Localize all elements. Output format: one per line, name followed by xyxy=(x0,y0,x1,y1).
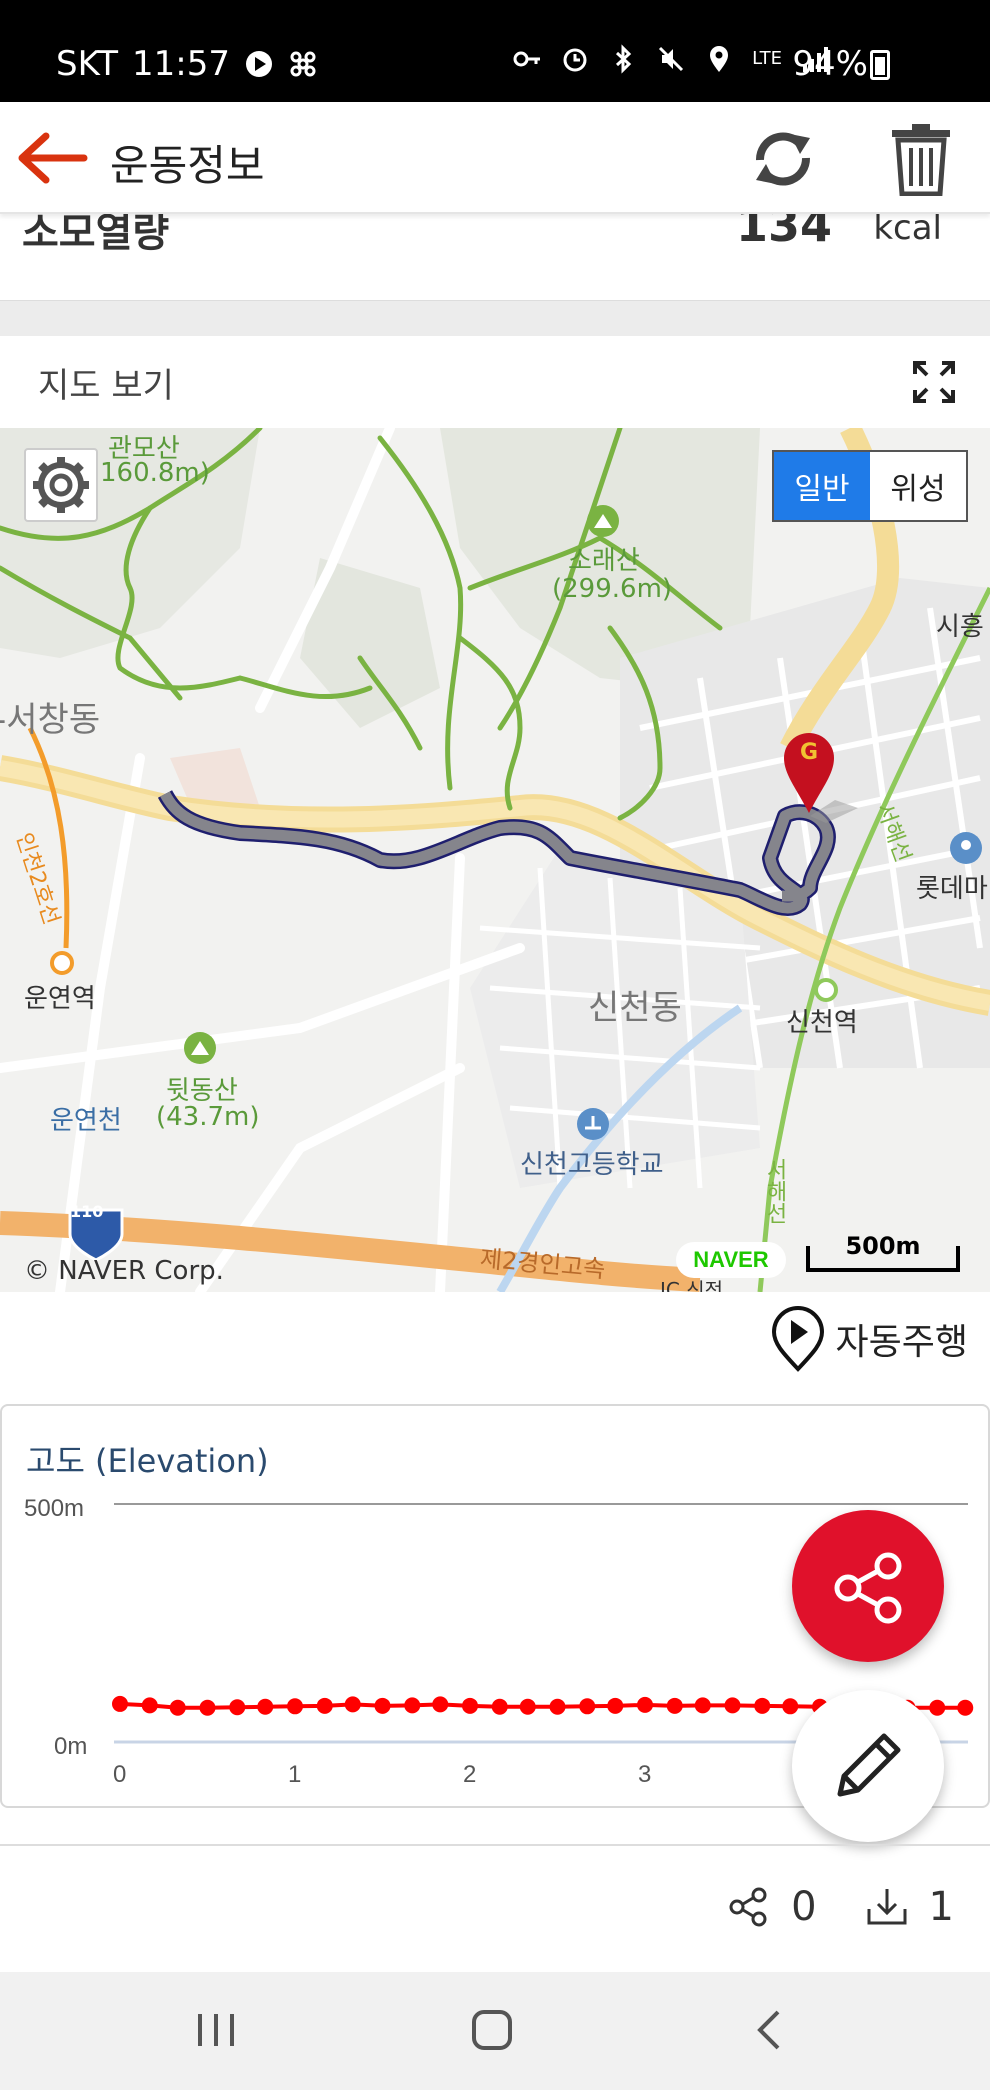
elevation-point xyxy=(112,1695,128,1712)
map-type-satellite-button[interactable]: 위성 xyxy=(870,452,966,520)
elevation-point xyxy=(374,1697,391,1714)
map-section-header: 지도 보기 xyxy=(0,336,990,428)
goal-marker-label: G xyxy=(800,740,819,765)
elevation-point xyxy=(491,1698,508,1715)
battery-icon xyxy=(870,50,890,80)
elevation-point xyxy=(169,1699,186,1716)
trash-icon[interactable] xyxy=(888,122,954,196)
download-count-icon[interactable] xyxy=(865,1885,909,1929)
map-label-sincheondong: 신천동 xyxy=(588,988,682,1028)
x-tick-label: 0 xyxy=(113,1761,126,1788)
map-label-unyeon-station: 운연역 xyxy=(24,984,96,1014)
elevation-point xyxy=(694,1697,711,1714)
map-type-normal-button[interactable]: 일반 xyxy=(774,452,870,520)
calories-value: 134 xyxy=(735,214,832,252)
map-label-dwitdongsan-height: (43.7m) xyxy=(156,1102,260,1132)
map-scale-label: 500m xyxy=(845,1232,921,1260)
back-arrow-icon[interactable] xyxy=(18,130,88,186)
clock-text: 11:57 xyxy=(132,44,230,84)
x-tick-label: 2 xyxy=(463,1761,476,1788)
stats-counts: 0 1 xyxy=(727,1884,954,1930)
refresh-icon[interactable] xyxy=(748,124,818,194)
elevation-point xyxy=(549,1698,566,1715)
map-label-siheung: 시흥 xyxy=(936,612,984,642)
elevation-point xyxy=(287,1698,303,1715)
map-settings-button[interactable] xyxy=(24,448,98,522)
elevation-point xyxy=(579,1698,596,1715)
fan-icon xyxy=(290,51,316,77)
x-tick-label: 3 xyxy=(638,1761,651,1788)
elevation-point xyxy=(432,1696,449,1713)
status-bar: SKT 11:57 LTE 94% xyxy=(0,0,990,102)
share-count: 0 xyxy=(791,1884,817,1930)
elevation-point xyxy=(462,1697,478,1714)
map-label-gwanmosan-height: 160.8m) xyxy=(100,458,210,488)
app-header: 운동정보 xyxy=(0,102,990,214)
map-label-seohaeseon-bottom: 서해선 xyxy=(762,1158,787,1224)
map-type-toggle: 일반 위성 xyxy=(772,450,968,522)
y-tick-label-max: 500m xyxy=(24,1495,84,1522)
map-copyright: © NAVER Corp. xyxy=(24,1256,224,1286)
share-fab-button[interactable] xyxy=(792,1510,944,1662)
elevation-point xyxy=(229,1699,246,1716)
elevation-point xyxy=(404,1697,421,1714)
elevation-point xyxy=(257,1698,274,1715)
page-title: 운동정보 xyxy=(110,141,265,190)
route-110-label: 110 xyxy=(70,1202,104,1221)
elevation-point xyxy=(666,1697,683,1714)
naver-logo: NAVER xyxy=(676,1242,786,1278)
elevation-point xyxy=(199,1699,216,1716)
carrier-text: SKT xyxy=(56,44,119,84)
fullscreen-icon[interactable] xyxy=(912,360,956,404)
section-divider xyxy=(0,300,990,336)
elevation-point xyxy=(957,1699,974,1716)
map-label-soraesan-height: (299.6m) xyxy=(552,574,673,604)
footer-divider xyxy=(0,1844,990,1846)
map-label-school: 신천고등학교 xyxy=(520,1150,664,1180)
key-icon xyxy=(513,51,541,67)
elevation-point xyxy=(519,1698,536,1715)
location-icon xyxy=(710,46,729,72)
elevation-point xyxy=(754,1697,771,1714)
back-nav-icon[interactable] xyxy=(740,2000,800,2060)
recent-apps-icon[interactable] xyxy=(186,2000,246,2060)
map-label-unyeoncheon: 운연천 xyxy=(50,1106,122,1136)
map-label-lotte: 롯데마 xyxy=(916,874,988,904)
map-pin-play-icon xyxy=(771,1306,824,1372)
play-icon xyxy=(246,51,272,77)
map-section-title: 지도 보기 xyxy=(38,366,174,406)
calories-row: 소모열량 134 kcal xyxy=(0,214,990,300)
map-label-soraesan: 소래산 xyxy=(568,546,640,576)
share-count-icon[interactable] xyxy=(727,1885,771,1929)
battery-text: 94% xyxy=(792,44,868,84)
system-nav-bar xyxy=(0,1972,990,2090)
y-tick-label-min: 0m xyxy=(54,1733,87,1760)
calories-label: 소모열량 xyxy=(22,214,170,256)
map-scale-bar: 500m xyxy=(806,1232,960,1272)
alarm-icon xyxy=(563,48,587,72)
elevation-point xyxy=(607,1697,624,1714)
elevation-point xyxy=(141,1697,158,1714)
home-icon[interactable] xyxy=(462,2000,522,2060)
mute-icon xyxy=(659,46,684,72)
pencil-icon xyxy=(837,1733,901,1797)
download-count: 1 xyxy=(928,1884,954,1930)
elevation-point xyxy=(724,1697,741,1714)
x-tick-label: 1 xyxy=(288,1761,301,1788)
network-text: LTE xyxy=(752,48,782,69)
bluetooth-icon xyxy=(616,44,632,74)
map-label-seochangdong: -서창동 xyxy=(0,700,101,740)
share-icon xyxy=(834,1552,902,1624)
elevation-point xyxy=(316,1697,333,1714)
map-label-sincheon-station: 신천역 xyxy=(786,1008,858,1038)
edit-fab-button[interactable] xyxy=(792,1690,944,1842)
autodrive-button[interactable]: 자동주행 xyxy=(770,1306,968,1372)
map-base-layer xyxy=(0,428,990,1292)
route-map[interactable]: G 110 관모산 160.8m) 소래산 (299.6m) 시흥 -서창동 인… xyxy=(0,428,990,1292)
gear-icon xyxy=(33,457,89,513)
elevation-point xyxy=(344,1696,361,1713)
elevation-point xyxy=(637,1696,653,1713)
autodrive-label: 자동주행 xyxy=(835,1322,968,1363)
calories-unit: kcal xyxy=(873,214,942,248)
